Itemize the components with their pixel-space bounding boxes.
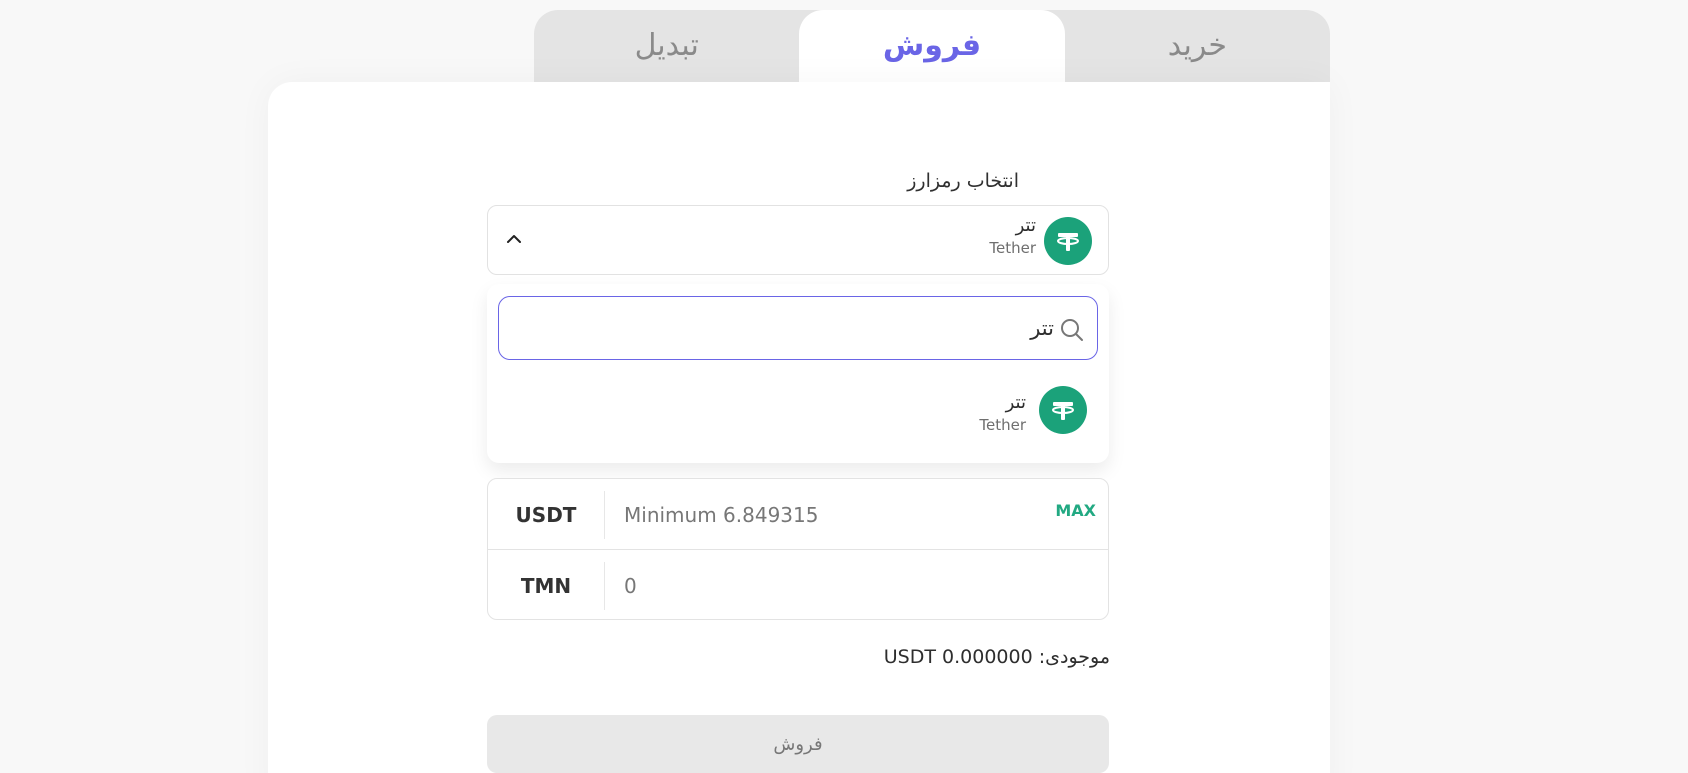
crypto-select-label: انتخاب رمزارز <box>907 170 1019 192</box>
amount-fields: USDT MAX TMN <box>487 478 1109 620</box>
selected-coin-code: Tether <box>989 239 1036 257</box>
trade-tabs: خرید فروش تبدیل <box>534 10 1330 82</box>
usdt-currency-label: USDT <box>515 502 577 527</box>
currency-divider <box>604 491 605 539</box>
tab-convert[interactable]: تبدیل <box>534 10 799 82</box>
result-coin-code: Tether <box>979 416 1026 434</box>
usdt-amount-input[interactable] <box>622 493 1066 537</box>
currency-divider <box>604 562 605 610</box>
search-box[interactable] <box>498 296 1098 360</box>
tmn-row: TMN <box>488 550 1108 619</box>
search-input[interactable] <box>517 305 1056 351</box>
max-button[interactable]: MAX <box>1055 501 1096 520</box>
usdt-row: USDT MAX <box>488 479 1108 550</box>
page: خرید فروش تبدیل انتخاب رمزارز تتر Tether <box>0 0 1688 773</box>
tab-sell[interactable]: فروش <box>799 10 1065 82</box>
sell-button[interactable]: فروش <box>487 715 1109 773</box>
tmn-currency-label: TMN <box>520 573 572 598</box>
crypto-dropdown: تتر Tether <box>487 284 1109 463</box>
crypto-result-item[interactable]: تتر Tether <box>487 368 1109 454</box>
tether-icon <box>1039 386 1087 434</box>
search-icon <box>1061 319 1083 341</box>
tmn-amount-input[interactable] <box>622 564 1066 608</box>
result-coin-texts: تتر Tether <box>979 392 1026 434</box>
selected-coin-name: تتر <box>1015 215 1036 236</box>
tether-icon <box>1044 217 1092 265</box>
trade-card: انتخاب رمزارز تتر Tether تتر تتر Tether … <box>268 82 1330 773</box>
selected-coin-texts: تتر Tether <box>989 215 1036 257</box>
chevron-up-icon[interactable] <box>506 231 522 247</box>
crypto-select[interactable]: تتر Tether <box>487 205 1109 275</box>
tab-buy[interactable]: خرید <box>1065 10 1330 82</box>
result-coin-name: تتر <box>1005 392 1026 413</box>
balance-text: موجودی: USDT 0.000000 <box>883 646 1110 668</box>
